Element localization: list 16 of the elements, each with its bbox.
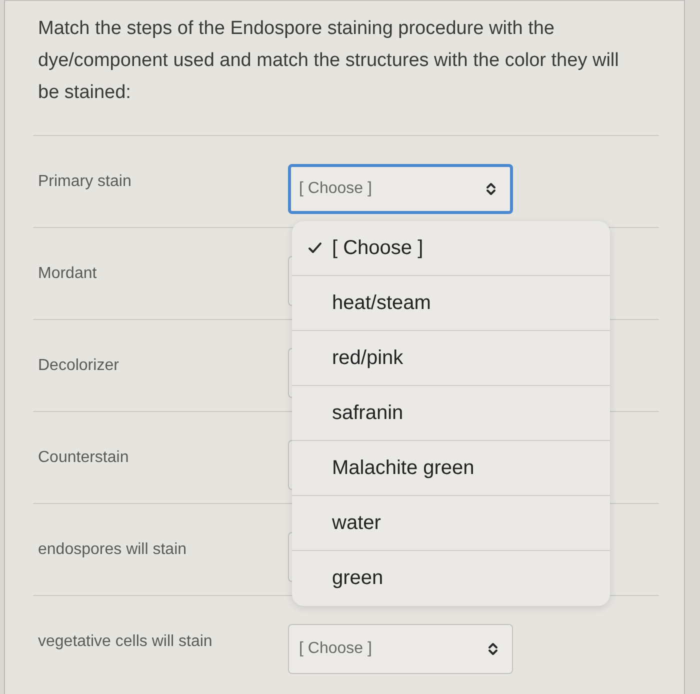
dropdown-option[interactable]: green xyxy=(292,551,610,606)
step-label: Mordant xyxy=(37,265,98,284)
dropdown-option[interactable]: [ Choose ] xyxy=(292,221,610,276)
dropdown-option[interactable]: safranin xyxy=(292,386,610,441)
chevron-icon xyxy=(488,642,498,656)
question-text: Match the steps of the Endospore staining procedure with the dye/component used and match the structures with the color they will be stained: xyxy=(38,17,620,105)
select-field[interactable]: [ Choose ] xyxy=(288,164,513,214)
dropdown-option[interactable]: heat/steam xyxy=(292,276,610,331)
step-label: Primary stain xyxy=(37,173,132,192)
dropdown-option[interactable]: water xyxy=(292,496,610,551)
chevron-icon xyxy=(486,182,496,196)
step-label: vegetative cells will stain xyxy=(37,633,214,652)
select-field[interactable]: [ Choose ] xyxy=(288,624,513,674)
step-label: endospores will stain xyxy=(37,541,188,560)
step-label: Decolorizer xyxy=(37,357,120,376)
step-label: Counterstain xyxy=(37,449,130,468)
